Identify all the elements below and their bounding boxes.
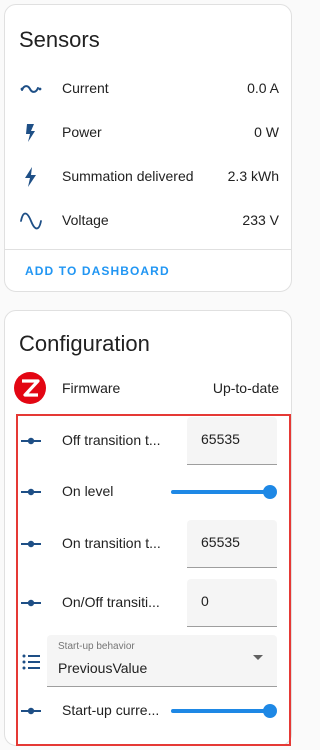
slider-track (171, 709, 270, 713)
start-up-current-level-slider[interactable] (171, 701, 277, 721)
sensor-label: Voltage (62, 212, 109, 228)
sensors-title: Sensors (19, 27, 100, 52)
off-transition-time-field[interactable] (187, 417, 277, 465)
sensor-label: Power (62, 124, 102, 140)
dropdown-arrow-icon (253, 655, 263, 660)
add-to-dashboard-button[interactable]: ADD TO DASHBOARD (25, 264, 170, 278)
slider-track (171, 490, 270, 494)
on-off-transition-time-field[interactable] (187, 579, 277, 627)
config-label: On level (62, 483, 114, 499)
number-setting-icon (19, 591, 43, 615)
firmware-label: Firmware (62, 380, 121, 396)
number-setting-icon (19, 480, 43, 504)
sensor-row-power[interactable]: Power 0 W (5, 111, 293, 155)
flash-icon (19, 121, 43, 145)
sensor-label: Current (62, 80, 109, 96)
off-transition-time-input[interactable] (201, 431, 271, 447)
firmware-row[interactable]: Firmware Up-to-date (5, 367, 293, 411)
on-level-slider[interactable] (171, 482, 277, 502)
number-setting-icon (19, 699, 43, 723)
sine-wave-icon (19, 209, 43, 233)
sensors-card: Sensors Current 0.0 A Power 0 W Summatio… (4, 4, 292, 292)
on-off-transition-time-input[interactable] (201, 593, 271, 609)
slider-thumb[interactable] (263, 485, 277, 499)
on-transition-time-field[interactable] (187, 520, 277, 568)
configuration-title: Configuration (19, 331, 150, 356)
config-label: On transition t... (62, 535, 161, 551)
config-label: Off transition t... (62, 432, 161, 448)
number-setting-icon (19, 532, 43, 556)
lightning-bolt-icon (19, 165, 43, 189)
sensor-row-voltage[interactable]: Voltage 233 V (5, 199, 293, 243)
sensor-row-current[interactable]: Current 0.0 A (5, 67, 293, 111)
select-value: PreviousValue (58, 660, 148, 676)
sensor-row-summation-delivered[interactable]: Summation delivered 2.3 kWh (5, 155, 293, 199)
firmware-value: Up-to-date (212, 380, 279, 396)
select-floating-label: Start-up behavior (58, 641, 135, 652)
sensor-label: Summation delivered (62, 168, 194, 184)
config-label: Start-up curre... (62, 702, 160, 718)
config-label: On/Off transiti... (62, 594, 160, 610)
format-list-bulleted-icon (19, 650, 43, 674)
sensor-value: 2.3 kWh (227, 168, 279, 184)
slider-thumb[interactable] (263, 704, 277, 718)
start-up-behavior-select[interactable]: Start-up behavior PreviousValue (47, 635, 277, 687)
sensor-value: 0 W (254, 124, 279, 140)
current-ac-icon (19, 77, 43, 101)
configuration-card: Configuration Firmware Up-to-date Off tr… (4, 310, 292, 746)
sensor-value: 233 V (242, 212, 279, 228)
sensor-value: 0.0 A (247, 80, 279, 96)
card-divider (5, 249, 291, 250)
number-setting-icon (19, 429, 43, 453)
on-transition-time-input[interactable] (201, 534, 271, 550)
